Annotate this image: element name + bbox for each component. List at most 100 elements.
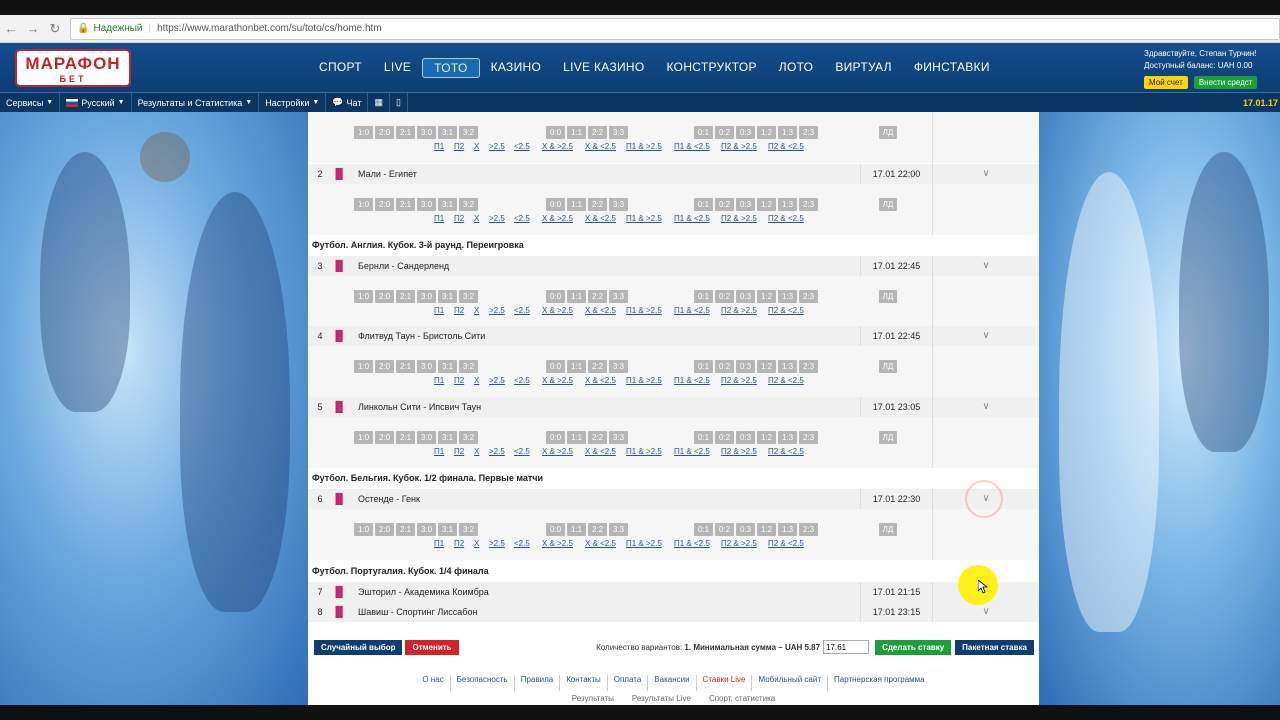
- score-option[interactable]: 3:3: [609, 360, 628, 373]
- score-option[interactable]: 3:3: [609, 126, 628, 139]
- footer-link-secondary[interactable]: Результаты: [572, 694, 614, 703]
- footer-link[interactable]: Контакты: [560, 675, 608, 691]
- score-option[interactable]: 0:2: [715, 523, 734, 536]
- outcome-link[interactable]: >2.5: [489, 214, 505, 223]
- outcome-link[interactable]: П2 & >2.5: [721, 306, 757, 315]
- outcome-link[interactable]: П1 & >2.5: [626, 539, 662, 548]
- score-option[interactable]: 2:1: [396, 198, 415, 211]
- score-option[interactable]: 1:2: [757, 360, 776, 373]
- settings-menu[interactable]: Настройки ▼: [259, 92, 327, 113]
- footer-link[interactable]: Партнерская программа: [828, 675, 931, 691]
- score-option[interactable]: 3:3: [609, 290, 628, 303]
- outcome-link[interactable]: >2.5: [489, 142, 505, 151]
- outcome-link[interactable]: <2.5: [514, 214, 530, 223]
- nav-toto[interactable]: ТОТО: [422, 58, 480, 78]
- score-option[interactable]: 3:1: [438, 126, 457, 139]
- score-option[interactable]: 1:2: [757, 431, 776, 444]
- score-option[interactable]: 1:1: [567, 523, 586, 536]
- outcome-link[interactable]: П1 & <2.5: [674, 142, 710, 151]
- outcome-link[interactable]: >2.5: [489, 376, 505, 385]
- score-option[interactable]: 3:2: [459, 126, 478, 139]
- outcome-link[interactable]: П1: [434, 306, 444, 315]
- outcome-link[interactable]: Х: [474, 539, 479, 548]
- score-option[interactable]: 0:3: [736, 360, 755, 373]
- score-option[interactable]: 2:1: [396, 126, 415, 139]
- outcome-link[interactable]: П1 & <2.5: [674, 376, 710, 385]
- outcome-link[interactable]: Х: [474, 142, 479, 151]
- stats-icon[interactable]: ▐▌: [332, 169, 358, 180]
- score-option[interactable]: 0:1: [694, 198, 713, 211]
- score-option[interactable]: 3:1: [438, 431, 457, 444]
- score-option[interactable]: 1:0: [354, 523, 373, 536]
- score-option[interactable]: 3:3: [609, 198, 628, 211]
- sum-input[interactable]: [823, 640, 870, 654]
- stats-icon[interactable]: ▐▌: [332, 587, 358, 598]
- package-bet-button[interactable]: Пакетная ставка: [955, 639, 1034, 655]
- outcome-link[interactable]: П1: [434, 376, 444, 385]
- random-choice-button[interactable]: Случайный выбор: [314, 639, 403, 655]
- outcome-link[interactable]: П1 & >2.5: [626, 214, 662, 223]
- score-option[interactable]: 3:2: [459, 360, 478, 373]
- score-option[interactable]: 0:1: [694, 360, 713, 373]
- score-option[interactable]: 1:1: [567, 431, 586, 444]
- outcome-link[interactable]: Х & <2.5: [585, 214, 616, 223]
- marathon-logo[interactable]: МАРАФОН БЕТ: [15, 49, 131, 87]
- score-option[interactable]: 2:3: [799, 523, 818, 536]
- score-option[interactable]: 3:3: [609, 431, 628, 444]
- outcome-link[interactable]: Х & >2.5: [542, 539, 573, 548]
- match-row[interactable]: 4 ▐▌ Флитвуд Таун - Бристоль Сити 17.01 22:…: [308, 326, 1039, 346]
- outcome-link[interactable]: П2: [454, 447, 464, 456]
- match-row[interactable]: 3 ▐▌ Бернли - Сандерленд 17.01 22:45 ∨: [308, 256, 1039, 276]
- score-option[interactable]: 1:0: [354, 198, 373, 211]
- outcome-link[interactable]: П2: [454, 142, 464, 151]
- my-account-button[interactable]: Мой счет: [1144, 76, 1188, 89]
- score-option[interactable]: 0:0: [546, 360, 565, 373]
- footer-link[interactable]: Вакансии: [648, 675, 697, 691]
- score-option[interactable]: 3:2: [459, 431, 478, 444]
- score-option[interactable]: 2:2: [588, 360, 607, 373]
- score-option[interactable]: 0:0: [546, 290, 565, 303]
- outcome-link[interactable]: П1 & >2.5: [626, 447, 662, 456]
- score-option[interactable]: 2:2: [588, 198, 607, 211]
- chat-button[interactable]: 💬 Чат: [326, 92, 369, 113]
- outcome-link[interactable]: Х & <2.5: [585, 306, 616, 315]
- stats-icon[interactable]: ▐▌: [332, 261, 358, 272]
- score-option[interactable]: 0:2: [715, 360, 734, 373]
- outcome-link[interactable]: П2: [454, 376, 464, 385]
- score-option[interactable]: 2:1: [396, 360, 415, 373]
- score-option[interactable]: 1:0: [354, 431, 373, 444]
- score-option[interactable]: 1:0: [354, 360, 373, 373]
- results-menu[interactable]: Результаты и Статистика ▼: [132, 92, 260, 113]
- outcome-link[interactable]: П2: [454, 539, 464, 548]
- score-option[interactable]: 3:2: [459, 198, 478, 211]
- score-option[interactable]: 1:3: [778, 360, 797, 373]
- score-option[interactable]: 0:3: [736, 523, 755, 536]
- footer-link[interactable]: Безопасность: [451, 675, 515, 691]
- score-option[interactable]: 0:1: [694, 126, 713, 139]
- outcome-link[interactable]: П1: [434, 447, 444, 456]
- score-option[interactable]: 0:0: [546, 198, 565, 211]
- score-option[interactable]: 3:1: [438, 198, 457, 211]
- score-option[interactable]: 0:3: [736, 290, 755, 303]
- score-option[interactable]: 1:3: [778, 126, 797, 139]
- score-option[interactable]: 3:1: [438, 290, 457, 303]
- back-icon[interactable]: ←: [0, 21, 22, 36]
- score-option[interactable]: 2:3: [799, 290, 818, 303]
- outcome-link[interactable]: Х & <2.5: [585, 539, 616, 548]
- chevron-down-icon[interactable]: ∨: [932, 164, 1039, 184]
- score-option[interactable]: 0:0: [546, 523, 565, 536]
- deposit-button[interactable]: Внести средст: [1193, 76, 1258, 89]
- outcome-link[interactable]: П2 & >2.5: [721, 142, 757, 151]
- score-option[interactable]: 0:1: [694, 523, 713, 536]
- outcome-link[interactable]: <2.5: [514, 447, 530, 456]
- match-row[interactable]: 8 ▐▌ Шавиш - Спортинг Лиссабон 17.01 23:15 ∨: [308, 602, 1039, 622]
- outcome-link[interactable]: П2 & <2.5: [768, 539, 804, 548]
- score-option[interactable]: 0:2: [715, 431, 734, 444]
- outcome-link[interactable]: П2 & >2.5: [721, 376, 757, 385]
- footer-link[interactable]: Оплата: [608, 675, 649, 691]
- score-option[interactable]: 0:3: [736, 431, 755, 444]
- outcome-link[interactable]: Х & <2.5: [585, 376, 616, 385]
- score-option[interactable]: 2:3: [799, 431, 818, 444]
- score-option[interactable]: 1:3: [778, 523, 797, 536]
- score-option[interactable]: 1:2: [757, 290, 776, 303]
